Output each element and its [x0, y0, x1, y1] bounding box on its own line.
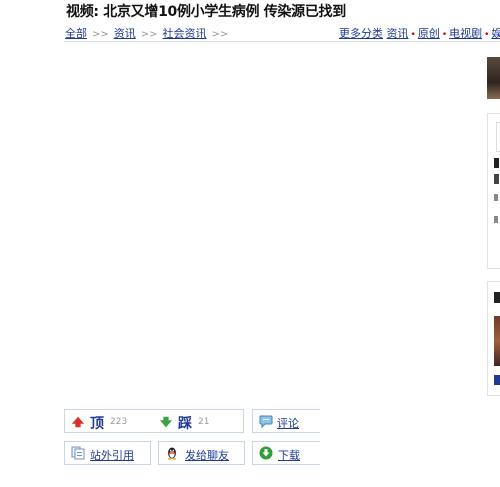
vote-up-label: 顶	[90, 416, 104, 432]
sidebar-text-fragment	[494, 216, 498, 223]
bullet-dot: •	[441, 30, 448, 40]
sidebar-text-fragment	[494, 174, 499, 184]
more-categories-link[interactable]: 更多分类	[339, 27, 383, 40]
category-link-tv[interactable]: 电视剧	[449, 27, 482, 40]
vote-down-label: 踩	[178, 416, 192, 432]
page-title: 视频: 北京又增10例小学生病例 传染源已找到	[66, 4, 346, 20]
download-button[interactable]: 下载	[252, 441, 320, 465]
category-link-original[interactable]: 原创	[418, 27, 440, 40]
breadcrumb-item-all[interactable]: 全部	[65, 27, 87, 40]
breadcrumb-separator: >>	[92, 29, 109, 40]
breadcrumb-separator: >>	[211, 29, 229, 40]
share-link[interactable]: 发给聊友	[185, 447, 229, 463]
bullet-dot: •	[484, 30, 490, 40]
category-link-news[interactable]: 资讯	[387, 27, 409, 40]
breadcrumb-bar: 全部 >> 资讯 >> 社会资讯 >> 更多分类 资讯 • 原创 • 电视剧 • 娱	[64, 22, 500, 42]
category-links: 更多分类 资讯 • 原创 • 电视剧 • 娱	[339, 25, 500, 41]
related-video-thumbnail[interactable]	[494, 316, 500, 366]
vote-down-count: 21	[198, 417, 210, 427]
sidebar-heading-fragment	[494, 292, 500, 303]
share-button[interactable]: 发给聊友	[158, 441, 245, 465]
sidebar-info-box	[487, 113, 500, 269]
video-player-area[interactable]	[64, 46, 484, 401]
sidebar-subscribe-box[interactable]	[496, 122, 500, 152]
bullet-dot: •	[410, 30, 416, 40]
breadcrumb-item-social-news[interactable]: 社会资讯	[163, 27, 207, 40]
breadcrumb: 全部 >> 资讯 >> 社会资讯 >>	[65, 25, 233, 41]
download-link[interactable]: 下载	[278, 447, 300, 463]
cite-button[interactable]: 站外引用	[64, 441, 151, 465]
green-down-arrow-icon	[159, 416, 173, 428]
sidebar-text-fragment	[494, 194, 498, 201]
comment-link[interactable]: 评论	[277, 415, 299, 431]
speech-bubble-icon	[259, 415, 273, 428]
vote-up-count: 223	[110, 417, 128, 427]
red-up-arrow-icon	[71, 416, 85, 428]
qq-penguin-icon	[167, 447, 177, 460]
green-download-circle-icon	[259, 446, 273, 460]
sidebar-text-fragment	[494, 158, 499, 168]
related-video-link[interactable]	[494, 375, 500, 385]
breadcrumb-separator: >>	[140, 29, 158, 40]
sidebar-related-box	[487, 281, 500, 396]
cite-link[interactable]: 站外引用	[90, 447, 134, 463]
comment-button[interactable]: 评论	[252, 409, 320, 433]
document-icon	[71, 446, 85, 460]
category-link-entertainment[interactable]: 娱	[491, 27, 500, 40]
breadcrumb-item-news[interactable]: 资讯	[114, 27, 136, 40]
user-avatar[interactable]	[487, 57, 500, 99]
vote-box: 顶 223 踩 21	[64, 409, 244, 433]
